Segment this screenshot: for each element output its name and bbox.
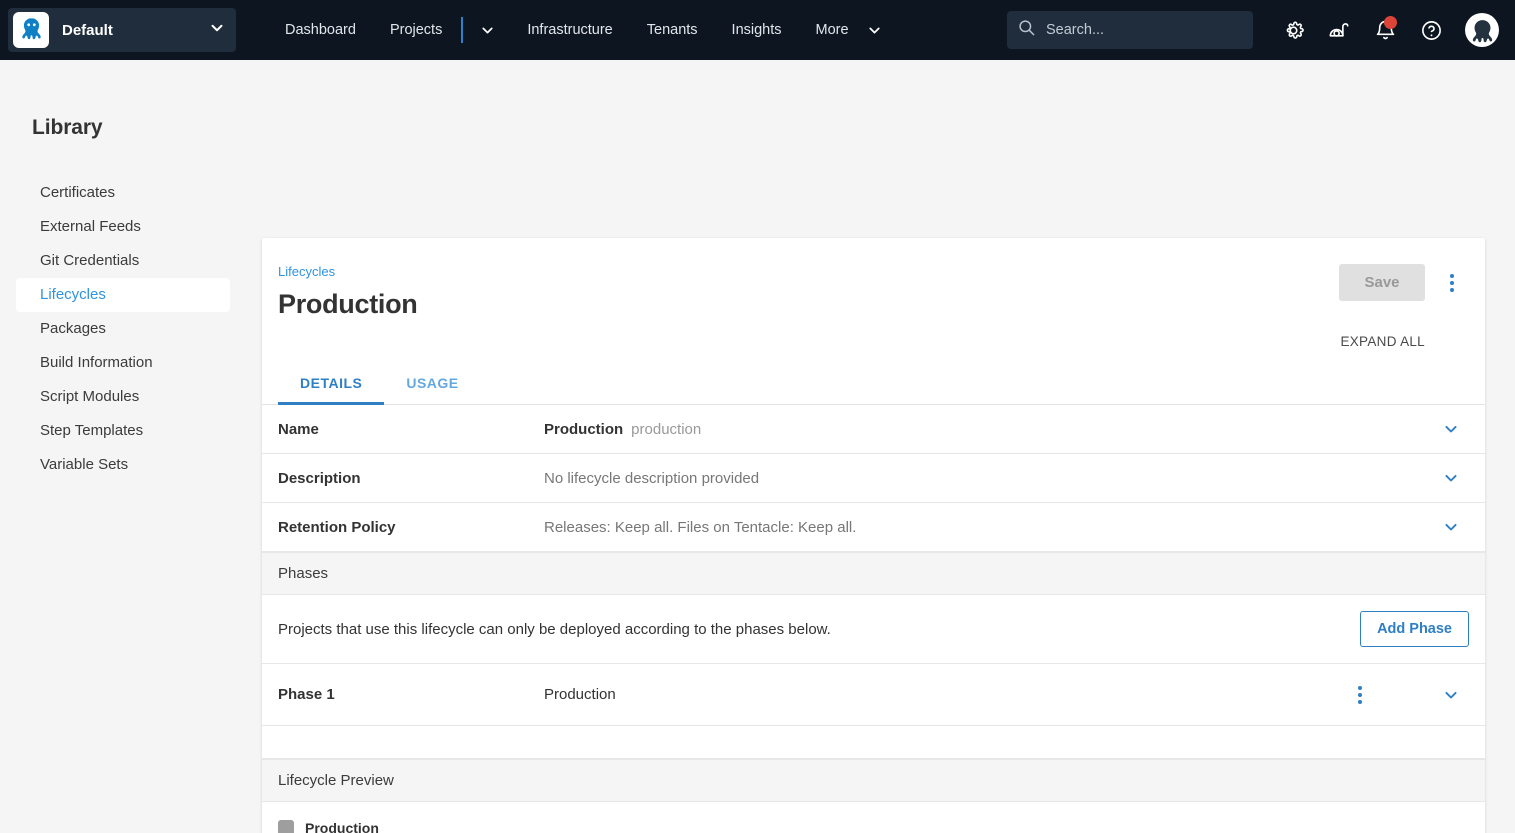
tab-usage[interactable]: USAGE <box>384 363 480 405</box>
chevron-down-icon-description-row[interactable] <box>1433 462 1469 494</box>
section-header-lifecycle-preview: Lifecycle Preview <box>262 759 1485 802</box>
nav-link-infrastructure[interactable]: Infrastructure <box>510 0 629 60</box>
top-navigation-bar: Default Dashboard Projects Infrastructur… <box>0 0 1515 60</box>
nav-divider <box>461 17 463 43</box>
notification-badge <box>1384 16 1397 29</box>
tasks-icon[interactable] <box>1319 10 1359 50</box>
section-header-phases: Phases <box>262 552 1485 595</box>
add-phase-button[interactable]: Add Phase <box>1360 611 1469 647</box>
lifecycle-name-value: Production <box>544 421 623 438</box>
space-selector[interactable]: Default <box>8 8 236 52</box>
main-content: Lifecycles Production Save EXPAND ALL DE… <box>262 60 1515 833</box>
help-icon[interactable] <box>1411 10 1451 50</box>
search-icon <box>1017 18 1036 42</box>
page-title: Library <box>0 116 262 140</box>
lifecycle-preview-body: Production <box>262 802 1485 833</box>
octopus-logo-icon <box>13 12 49 48</box>
save-button[interactable]: Save <box>1339 264 1425 301</box>
expand-all-button[interactable]: EXPAND ALL <box>278 320 1455 349</box>
lifecycle-card: Lifecycles Production Save EXPAND ALL DE… <box>262 238 1485 833</box>
sidebar-item-script-modules[interactable]: Script Modules <box>16 380 230 414</box>
phase-row[interactable]: Phase 1 Production <box>262 664 1485 726</box>
sidebar-item-external-feeds[interactable]: External Feeds <box>16 210 230 244</box>
phase-environments: Production <box>544 686 1333 703</box>
more-chevron-down-icon[interactable] <box>866 0 897 60</box>
phase-row-actions <box>1333 676 1469 713</box>
space-name-label: Default <box>62 22 200 39</box>
sidebar-item-git-credentials[interactable]: Git Credentials <box>16 244 230 278</box>
chevron-down-icon-phase-row[interactable] <box>1433 679 1469 711</box>
phases-intro: Projects that use this lifecycle can onl… <box>262 595 1485 664</box>
row-value-description: No lifecycle description provided <box>544 470 1433 487</box>
chevron-down-icon-name-row[interactable] <box>1433 413 1469 445</box>
library-sidebar: Library Certificates External Feeds Git … <box>0 60 262 833</box>
nav-link-insights[interactable]: Insights <box>715 0 799 60</box>
phases-footer-spacer <box>262 726 1485 759</box>
details-row-description[interactable]: Description No lifecycle description pro… <box>262 454 1485 503</box>
nav-item-projects: Projects <box>373 0 510 60</box>
phase-kebab-menu-icon[interactable] <box>1343 676 1377 713</box>
environment-chip: Production <box>278 820 379 833</box>
row-label-retention-policy: Retention Policy <box>278 519 544 536</box>
row-value-name: Production production <box>544 421 1433 438</box>
details-row-name[interactable]: Name Production production <box>262 405 1485 454</box>
lifecycle-slug-value: production <box>631 421 701 438</box>
sidebar-item-packages[interactable]: Packages <box>16 312 230 346</box>
tab-bar: DETAILS USAGE <box>262 363 1485 405</box>
sidebar-item-step-templates[interactable]: Step Templates <box>16 414 230 448</box>
phase-label: Phase 1 <box>278 686 544 703</box>
details-row-retention-policy[interactable]: Retention Policy Releases: Keep all. Fil… <box>262 503 1485 552</box>
kebab-menu-icon[interactable] <box>1435 264 1469 301</box>
lifecycle-title: Production <box>278 289 1455 320</box>
bell-icon[interactable] <box>1365 10 1405 50</box>
nav-link-tenants[interactable]: Tenants <box>630 0 715 60</box>
sidebar-item-variable-sets[interactable]: Variable Sets <box>16 448 230 482</box>
chevron-down-icon-retention-row[interactable] <box>1433 511 1469 543</box>
environment-swatch-icon <box>278 820 294 833</box>
nav-item-more[interactable]: More <box>799 0 897 60</box>
tab-details[interactable]: DETAILS <box>278 363 384 405</box>
page-body: Library Certificates External Feeds Git … <box>0 60 1515 833</box>
row-value-retention-policy: Releases: Keep all. Files on Tentacle: K… <box>544 519 1433 536</box>
search-box[interactable] <box>1007 11 1253 49</box>
nav-right-actions <box>1007 10 1499 50</box>
card-header: Lifecycles Production Save EXPAND ALL <box>262 238 1485 349</box>
header-actions: Save <box>1339 264 1469 301</box>
nav-link-projects[interactable]: Projects <box>373 0 459 60</box>
row-label-name: Name <box>278 421 544 438</box>
sidebar-item-lifecycles[interactable]: Lifecycles <box>16 278 230 312</box>
environment-name-label: Production <box>305 820 379 833</box>
sidebar-item-build-information[interactable]: Build Information <box>16 346 230 380</box>
phase-environment-name: Production <box>544 686 616 703</box>
chevron-down-icon <box>208 19 226 42</box>
phases-intro-text: Projects that use this lifecycle can onl… <box>278 621 1360 638</box>
sidebar-list: Certificates External Feeds Git Credenti… <box>0 176 262 482</box>
avatar[interactable] <box>1465 13 1499 47</box>
projects-chevron-down-icon[interactable] <box>465 0 510 60</box>
gear-icon[interactable] <box>1273 10 1313 50</box>
nav-link-dashboard[interactable]: Dashboard <box>268 0 373 60</box>
nav-link-more[interactable]: More <box>799 0 866 60</box>
breadcrumb[interactable]: Lifecycles <box>278 264 1455 279</box>
search-input[interactable] <box>1046 22 1243 38</box>
primary-nav: Dashboard Projects Infrastructure Tenant… <box>268 0 897 60</box>
row-label-description: Description <box>278 470 544 487</box>
sidebar-item-certificates[interactable]: Certificates <box>16 176 230 210</box>
